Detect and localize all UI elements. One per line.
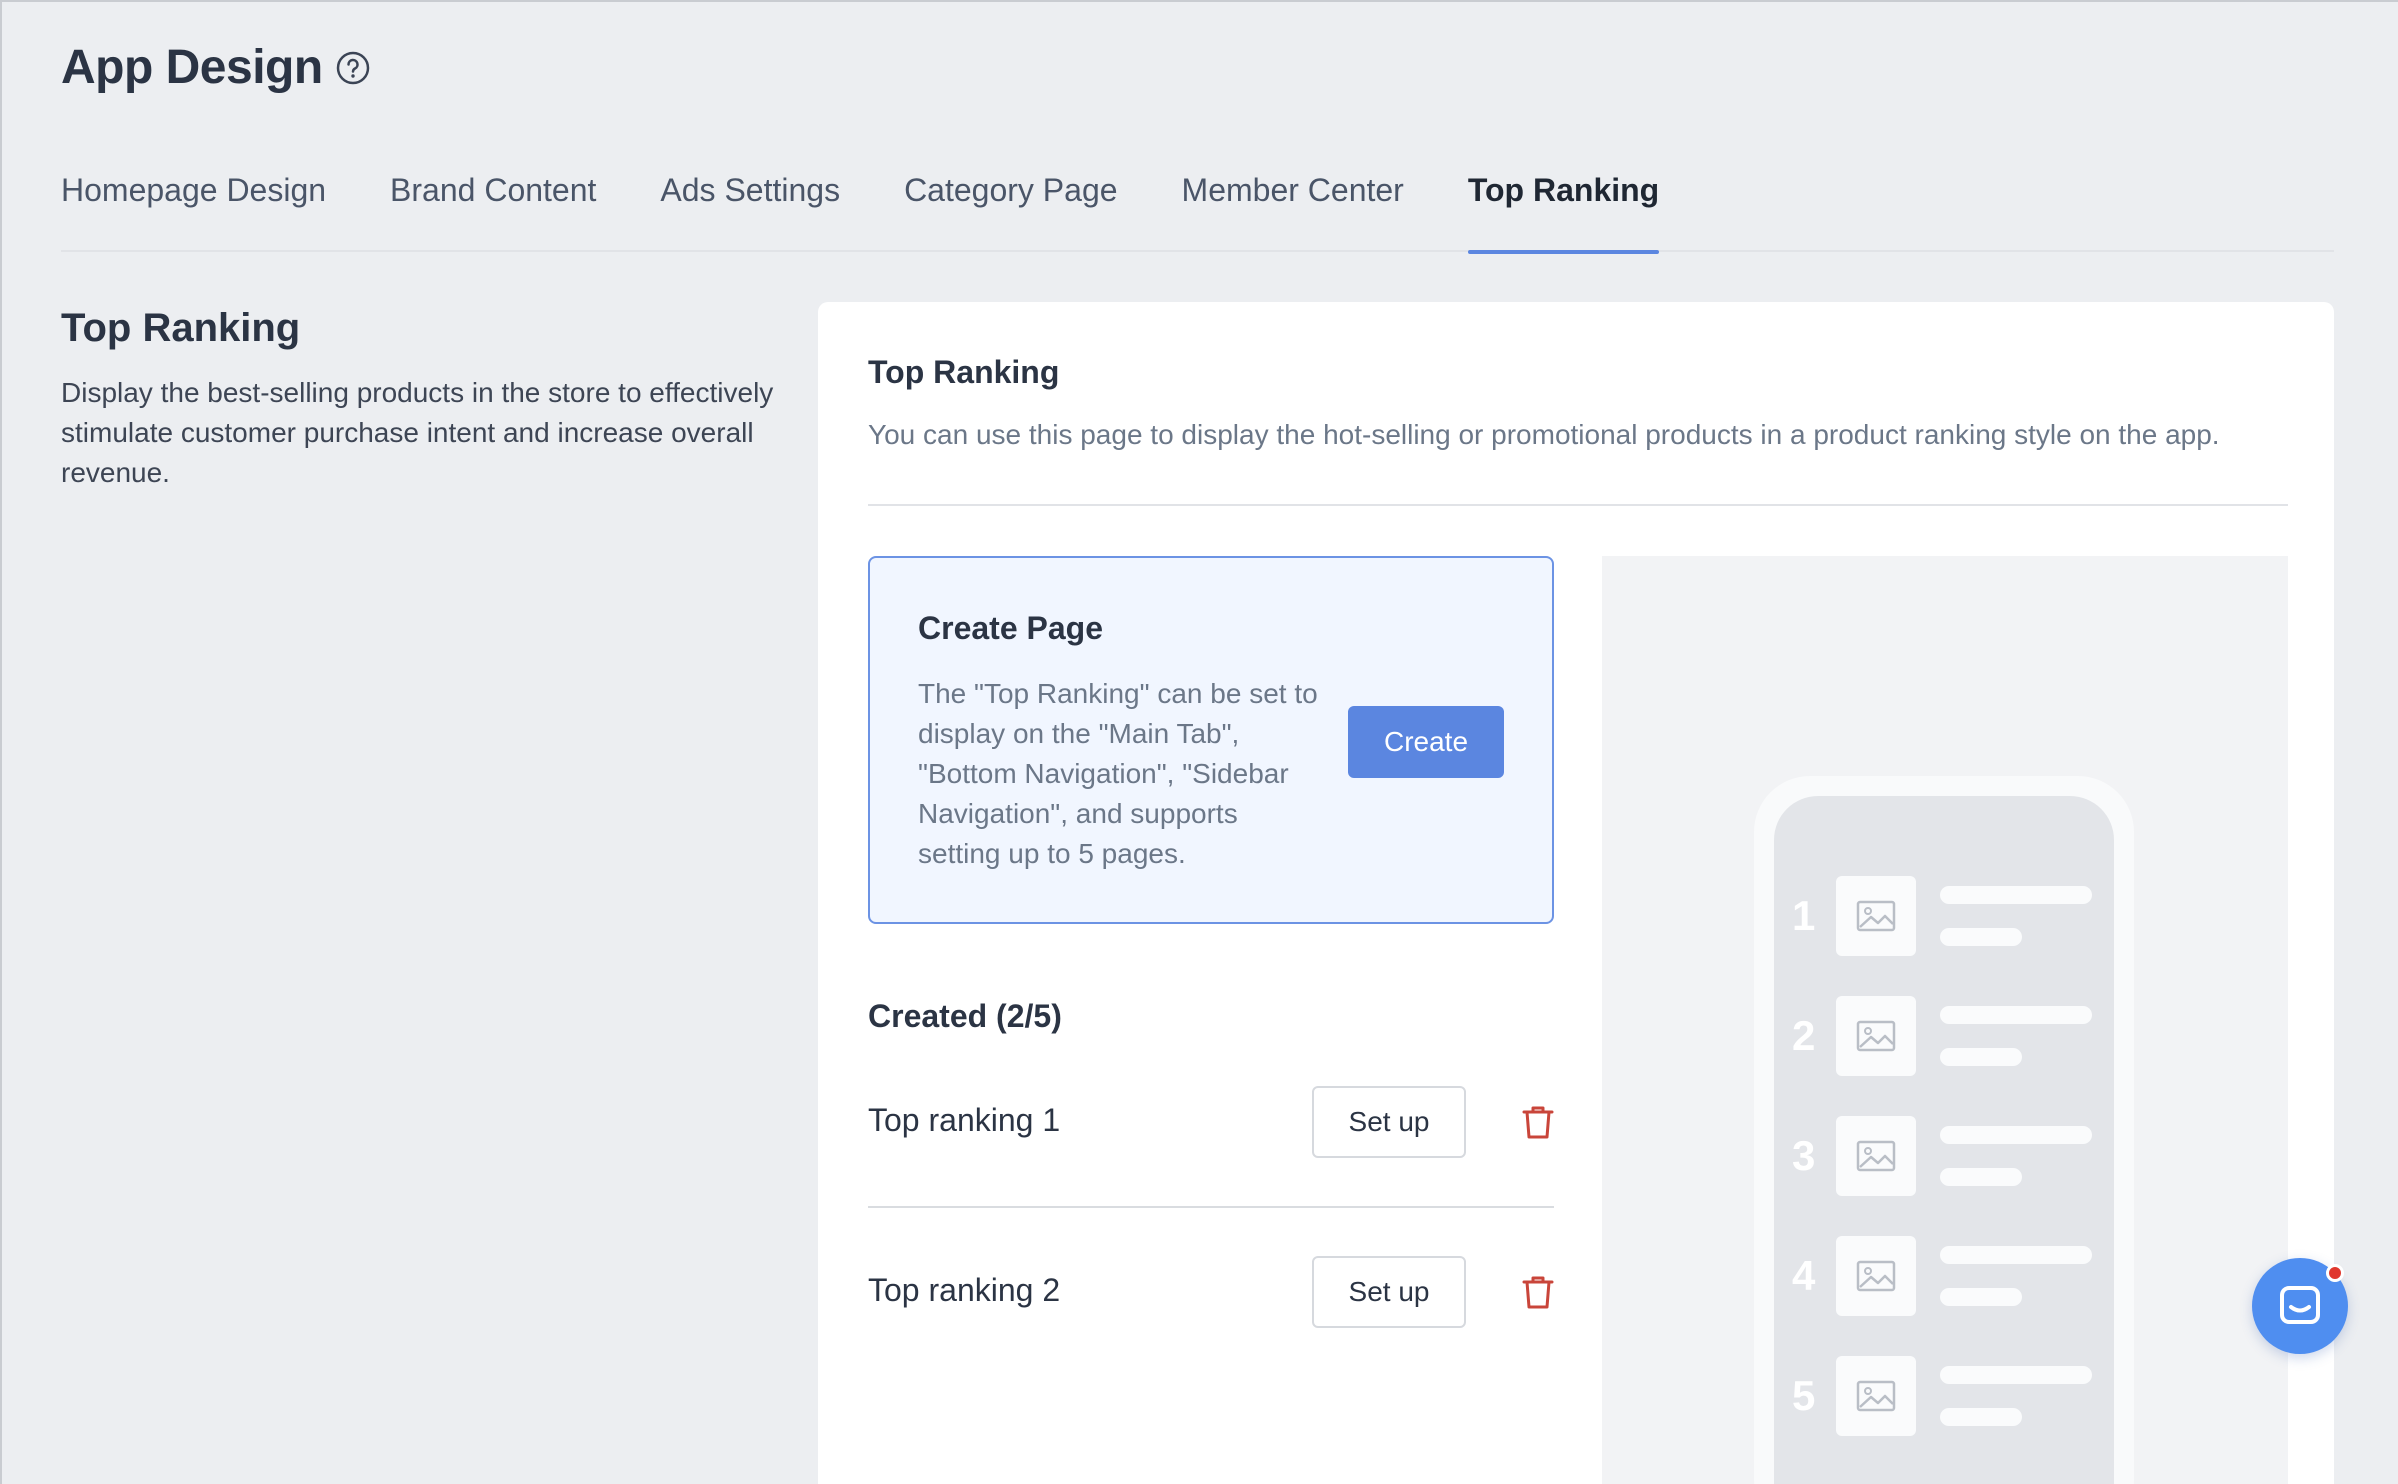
rank-number: 4: [1792, 1252, 1816, 1299]
page-title: App Design: [61, 41, 323, 94]
tab-category-page[interactable]: Category Page: [904, 160, 1117, 252]
phone-screen: 1 2 3 4 5: [1774, 796, 2114, 1484]
image-placeholder-icon: [1836, 996, 1916, 1076]
tab-top-ranking[interactable]: Top Ranking: [1467, 160, 1660, 254]
created-heading: Created (2/5): [868, 998, 1062, 1034]
row-divider: [868, 1206, 1554, 1208]
phone-mockup: 1 2 3 4 5: [1754, 776, 2134, 1484]
create-page-description: The "Top Ranking" can be set to display …: [918, 678, 1318, 869]
tab-brand-content[interactable]: Brand Content: [390, 160, 596, 252]
placeholder-line: [1940, 1288, 2022, 1306]
create-button[interactable]: Create: [1348, 706, 1504, 778]
intro-description: Display the best-selling products in the…: [61, 377, 774, 488]
list-item: Top ranking 1 Set up: [868, 1086, 1554, 1158]
intro-section: Top Ranking Display the best-selling pro…: [61, 306, 781, 493]
setup-button[interactable]: Set up: [1312, 1086, 1466, 1158]
create-page-box: Create Page The "Top Ranking" can be set…: [868, 556, 1554, 924]
chat-button[interactable]: [2252, 1258, 2348, 1354]
page-title-wrap: App Design: [61, 40, 371, 95]
image-placeholder-icon: [1836, 876, 1916, 956]
preview-rank-item: 1: [1774, 876, 2114, 958]
placeholder-line: [1940, 1168, 2022, 1186]
placeholder-line: [1940, 1408, 2022, 1426]
ranking-page-name: Top ranking 1: [868, 1102, 1061, 1138]
image-placeholder-icon: [1836, 1356, 1916, 1436]
preview-rank-item: 2: [1774, 996, 2114, 1078]
ranking-page-name: Top ranking 2: [868, 1272, 1061, 1308]
preview-rank-item: 3: [1774, 1116, 2114, 1198]
rank-number: 2: [1792, 1012, 1816, 1059]
trash-icon[interactable]: [1518, 1272, 1558, 1312]
tab-homepage-design[interactable]: Homepage Design: [61, 160, 326, 252]
intro-title: Top Ranking: [61, 306, 301, 350]
phone-preview-panel: 1 2 3 4 5: [1602, 556, 2288, 1484]
preview-rank-item: 4: [1774, 1236, 2114, 1318]
card-title: Top Ranking: [868, 354, 1060, 390]
notification-dot: [2326, 1264, 2344, 1282]
placeholder-line: [1940, 886, 2092, 904]
help-circle-icon[interactable]: [335, 50, 371, 86]
rank-number: 5: [1792, 1372, 1816, 1419]
divider: [868, 504, 2288, 506]
top-ranking-card: Top Ranking You can use this page to dis…: [818, 302, 2334, 1484]
list-item: Top ranking 2 Set up: [868, 1256, 1554, 1328]
tab-bar: Homepage Design Brand Content Ads Settin…: [61, 160, 2334, 254]
placeholder-line: [1940, 1246, 2092, 1264]
setup-button[interactable]: Set up: [1312, 1256, 1466, 1328]
tab-member-center[interactable]: Member Center: [1182, 160, 1404, 252]
image-placeholder-icon: [1836, 1236, 1916, 1316]
rank-number: 3: [1792, 1132, 1816, 1179]
placeholder-line: [1940, 928, 2022, 946]
preview-rank-item: 5: [1774, 1356, 2114, 1438]
placeholder-line: [1940, 1006, 2092, 1024]
tab-ads-settings[interactable]: Ads Settings: [660, 160, 840, 252]
card-subtitle: You can use this page to display the hot…: [868, 419, 2220, 450]
placeholder-line: [1940, 1126, 2092, 1144]
trash-icon[interactable]: [1518, 1102, 1558, 1142]
placeholder-line: [1940, 1048, 2022, 1066]
rank-number: 1: [1792, 892, 1816, 939]
create-page-title: Create Page: [918, 610, 1103, 646]
image-placeholder-icon: [1836, 1116, 1916, 1196]
placeholder-line: [1940, 1366, 2092, 1384]
chat-icon: [2280, 1286, 2320, 1324]
